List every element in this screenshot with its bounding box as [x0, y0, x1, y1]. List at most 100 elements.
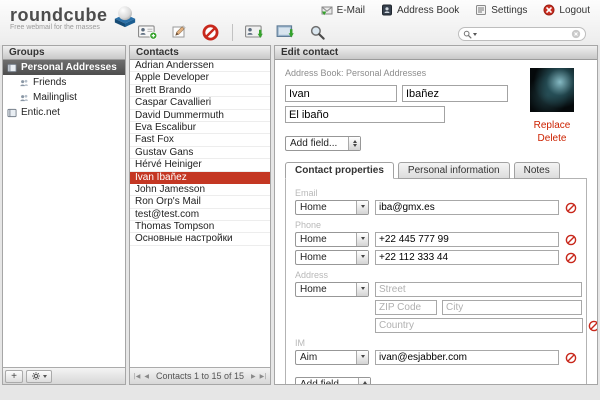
delete-contact-button[interactable] [197, 22, 223, 42]
tab-notes[interactable]: Notes [514, 162, 560, 179]
contact-name: Ivan Ibañez [135, 172, 187, 183]
delete-phone-1-icon[interactable] [565, 234, 577, 246]
add-contact-icon [138, 24, 158, 40]
sidebar-item-entic-net[interactable]: Entic.net [3, 105, 125, 120]
delete-address-icon[interactable] [588, 320, 597, 332]
contact-name: Adrian Anderssen [135, 60, 214, 71]
import-contacts-icon [245, 24, 265, 40]
search-input[interactable] [477, 29, 571, 39]
address-book-icon [7, 108, 17, 118]
taskbar: E-Mail Address Book [321, 4, 590, 16]
email-icon [321, 4, 333, 16]
address-type-value: Home [296, 284, 356, 295]
taskbar-logout-label: Logout [559, 5, 590, 16]
contact-row[interactable]: Thomas Tompson [130, 221, 270, 233]
phone-field-1[interactable] [375, 232, 559, 247]
export-contacts-button[interactable] [273, 22, 299, 42]
delete-phone-2-icon[interactable] [565, 252, 577, 264]
contact-row[interactable]: Fast Fox [130, 134, 270, 146]
edit-contact-button[interactable] [166, 22, 192, 42]
contact-row[interactable]: Caspar Cavallieri [130, 97, 270, 109]
sidebar-item-mailinglist[interactable]: Mailinglist [3, 90, 125, 105]
prev-page-button[interactable]: ◀ [144, 373, 149, 380]
contact-photo [530, 68, 574, 112]
contact-row[interactable]: David Dummermuth [130, 110, 270, 122]
add-field-select-top[interactable]: Add field... [285, 136, 361, 151]
group-label: Friends [33, 77, 66, 88]
taskbar-address-book[interactable]: Address Book [381, 4, 459, 16]
contact-row[interactable]: Ivan Ibañez [130, 172, 270, 184]
contact-name: Hérvé Heiniger [135, 159, 202, 170]
contact-name: Основные настройки [135, 233, 233, 244]
zip-code-field[interactable] [375, 300, 437, 315]
contacts-list: Adrian Anderssen Apple Developer Brett B… [130, 60, 270, 246]
contact-row[interactable]: Ron Orp's Mail [130, 196, 270, 208]
group-label: Entic.net [21, 107, 60, 118]
address-type-select[interactable]: Home [295, 282, 369, 297]
replace-photo-link[interactable]: Replace [517, 119, 587, 132]
firstname-field[interactable] [285, 85, 397, 102]
im-type-select[interactable]: Aim [295, 350, 369, 365]
contact-row[interactable]: Eva Escalibur [130, 122, 270, 134]
contact-row[interactable]: Brett Brando [130, 85, 270, 97]
select-arrow-icon [356, 251, 368, 264]
phone-type-value: Home [296, 252, 356, 263]
groups-list: Personal Addresses Friends Mailinglist [3, 60, 125, 120]
tab-personal-information[interactable]: Personal information [398, 162, 510, 179]
contact-row[interactable]: Gustav Gans [130, 147, 270, 159]
sidebar-item-personal-addresses[interactable]: Personal Addresses [3, 60, 125, 75]
taskbar-settings-label: Settings [491, 5, 527, 16]
tab-contact-properties[interactable]: Contact properties [285, 162, 394, 179]
address-section-label: Address [295, 270, 577, 280]
last-page-button[interactable]: ▶| [260, 373, 267, 380]
taskbar-settings[interactable]: Settings [475, 4, 527, 16]
city-field[interactable] [442, 300, 582, 315]
address-book-icon [7, 63, 17, 73]
group-icon [19, 78, 29, 88]
contact-row[interactable]: John Jamesson [130, 184, 270, 196]
search-options-button[interactable] [463, 30, 477, 39]
first-page-button[interactable]: |◀ [134, 373, 141, 380]
import-contacts-button[interactable] [242, 22, 268, 42]
taskbar-logout[interactable]: Logout [543, 4, 590, 16]
im-field[interactable] [375, 350, 559, 365]
surname-field[interactable] [402, 85, 508, 102]
contact-name: David Dummermuth [135, 110, 224, 121]
contact-row[interactable]: Apple Developer [130, 72, 270, 84]
add-group-button[interactable]: + [5, 370, 23, 383]
groups-options-button[interactable] [26, 370, 52, 383]
edit-contact-panel: Edit contact Address Book: Personal Addr… [274, 45, 598, 385]
contact-row[interactable]: test@test.com [130, 209, 270, 221]
contact-row[interactable]: Hérvé Heiniger [130, 159, 270, 171]
phone-field-2[interactable] [375, 250, 559, 265]
brand-name: roundcube [10, 6, 108, 24]
delete-photo-link[interactable]: Delete [517, 132, 587, 145]
email-field[interactable] [375, 200, 559, 215]
contact-name: Apple Developer [135, 72, 209, 83]
street-field[interactable] [375, 282, 582, 297]
sidebar-item-friends[interactable]: Friends [3, 75, 125, 90]
search-clear-button[interactable] [571, 29, 581, 39]
select-arrow-icon [356, 283, 368, 296]
quick-search-box [458, 27, 586, 41]
search-contacts-button[interactable] [304, 22, 330, 42]
logout-icon [543, 4, 555, 16]
contact-row[interactable]: Adrian Anderssen [130, 60, 270, 72]
email-type-select[interactable]: Home [295, 200, 369, 215]
contact-name: Fast Fox [135, 134, 174, 145]
delete-im-icon[interactable] [565, 352, 577, 364]
email-section-label: Email [295, 188, 577, 198]
add-field-select-bottom[interactable]: Add field... [295, 377, 371, 384]
groups-footer: + [3, 367, 125, 384]
contacts-panel: Contacts Adrian Anderssen Apple Develope… [129, 45, 271, 385]
email-type-value: Home [296, 202, 356, 213]
phone-type-select-1[interactable]: Home [295, 232, 369, 247]
contact-row[interactable]: Основные настройки [130, 233, 270, 245]
taskbar-email[interactable]: E-Mail [321, 4, 365, 16]
phone-type-select-2[interactable]: Home [295, 250, 369, 265]
add-contact-button[interactable] [135, 22, 161, 42]
delete-email-icon[interactable] [565, 202, 577, 214]
next-page-button[interactable]: ▶ [251, 373, 256, 380]
displayname-field[interactable] [285, 106, 445, 123]
country-field[interactable] [375, 318, 583, 333]
